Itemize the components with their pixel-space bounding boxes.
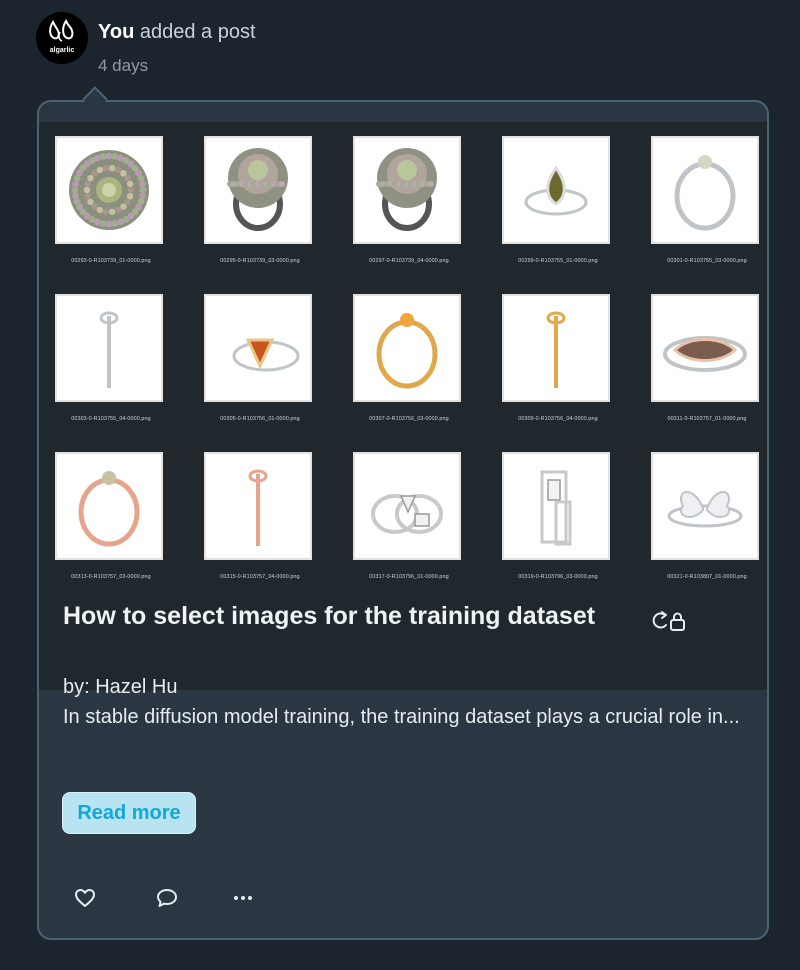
thumbnail-filename: 00305-0-R103756_01-0000.png: [220, 416, 300, 422]
thumbnail-filename: 00299-0-R103755_01-0000.png: [518, 258, 598, 264]
cover-thumbnail: 00297-0-R103739_04-0000.png: [353, 136, 465, 286]
ring-photo: [502, 452, 610, 560]
heart-icon: [75, 889, 95, 907]
thumbnail-filename: 00295-0-R103739_03-0000.png: [220, 258, 300, 264]
ring-image-icon: [248, 469, 268, 546]
actor-name[interactable]: You: [98, 21, 134, 43]
ring-photo: [353, 452, 461, 560]
thumbnail-filename: 00307-0-R103756_03-0000.png: [369, 416, 449, 422]
ring-photo: [204, 294, 312, 402]
ring-image-icon: [667, 491, 743, 528]
thumbnail-filename: 00309-0-R103756_04-0000.png: [518, 416, 598, 422]
activity-headline: You added a post: [98, 20, 256, 44]
ring-image-icon: [78, 471, 140, 547]
ring-image-icon: [540, 470, 572, 546]
cover-thumbnail: 00317-0-R103796_01-0000.png: [353, 452, 465, 602]
cover-thumbnail: 00307-0-R103756_03-0000.png: [353, 294, 465, 444]
ring-image-icon: [663, 336, 747, 372]
thumbnail-filename: 00311-0-R103757_01-0000.png: [667, 416, 747, 422]
ring-image-icon: [674, 155, 736, 231]
ring-photo: [651, 136, 759, 244]
cover-thumbnail: 00309-0-R103756_04-0000.png: [502, 294, 614, 444]
post-title[interactable]: How to select images for the training da…: [63, 602, 595, 630]
avatar[interactable]: algarlic: [36, 12, 88, 64]
thumbnail-filename: 00297-0-R103739_04-0000.png: [369, 258, 449, 264]
cover-thumbnail: 00313-0-R103757_03-0000.png: [55, 452, 167, 602]
post-meta: by: Hazel Hu In stable diffusion model t…: [63, 672, 743, 732]
cover-thumbnail: 00321-0-R103807_01-0000.png: [651, 452, 763, 602]
algarlic-logo-icon: algarlic: [36, 12, 88, 64]
like-button[interactable]: [71, 884, 99, 912]
activity-action: added a post: [139, 21, 256, 43]
more-options-button[interactable]: [229, 884, 257, 912]
ring-photo: [204, 452, 312, 560]
thumbnail-filename: 00317-0-R103796_01-0000.png: [369, 574, 449, 580]
cover-thumbnail: 00311-0-R103757_01-0000.png: [651, 294, 763, 444]
post-author: by: Hazel Hu: [63, 676, 178, 698]
post-card: 00293-0-R103739_01-0000.png 00295-0-R1037…: [37, 100, 769, 940]
cover-thumbnail: 00305-0-R103756_01-0000.png: [204, 294, 316, 444]
ring-photo: [353, 294, 461, 402]
avatar-logo-text: algarlic: [50, 47, 75, 54]
cover-thumbnail: 00319-0-R103796_03-0000.png: [502, 452, 614, 602]
ring-image-icon: [376, 313, 438, 389]
ring-photo: [55, 452, 163, 560]
comment-icon: [157, 889, 177, 907]
ring-image-icon: [546, 311, 566, 388]
ring-image-icon: [524, 165, 588, 216]
cover-image-grid: 00293-0-R103739_01-0000.png 00295-0-R1037…: [53, 136, 759, 681]
ring-image-icon: [232, 338, 300, 372]
post-title-row: How to select images for the training da…: [63, 602, 753, 642]
ring-photo: [502, 136, 610, 244]
activity-header: algarlic You added a post 4 days: [36, 12, 736, 76]
ring-image-icon: [371, 494, 443, 534]
cover-thumbnail: 00293-0-R103739_01-0000.png: [55, 136, 167, 286]
ring-image-icon: [69, 150, 149, 230]
cover-thumbnail: 00295-0-R103739_03-0000.png: [204, 136, 316, 286]
thumbnail-filename: 00319-0-R103796_03-0000.png: [518, 574, 598, 580]
post-actions: [71, 884, 371, 912]
thumbnail-filename: 00293-0-R103739_01-0000.png: [71, 258, 151, 264]
ring-image-icon: [227, 148, 288, 231]
thumbnail-filename: 00303-0-R103755_04-0000.png: [71, 416, 151, 422]
cover-thumbnail: 00315-0-R103757_04-0000.png: [204, 452, 316, 602]
thumbnail-filename: 00315-0-R103757_04-0000.png: [220, 574, 300, 580]
ring-photo: [204, 136, 312, 244]
cover-thumbnail: 00303-0-R103755_04-0000.png: [55, 294, 167, 444]
thumbnail-filename: 00321-0-R103807_01-0000.png: [667, 574, 747, 580]
ring-photo: [651, 452, 759, 560]
cover-thumbnail: 00301-0-R103755_03-0000.png: [651, 136, 763, 286]
ring-photo: [651, 294, 759, 402]
read-more-button[interactable]: Read more: [62, 792, 196, 834]
more-dots-icon: [234, 896, 252, 900]
thumbnail-filename: 00313-0-R103757_03-0000.png: [71, 574, 151, 580]
thumbnail-filename: 00301-0-R103755_03-0000.png: [667, 258, 747, 264]
comment-button[interactable]: [153, 884, 181, 912]
ring-photo: [55, 136, 163, 244]
post-excerpt: In stable diffusion model training, the …: [63, 706, 740, 728]
ring-photo: [502, 294, 610, 402]
cover-thumbnail: 00299-0-R103755_01-0000.png: [502, 136, 614, 286]
activity-timestamp: 4 days: [98, 56, 149, 75]
ring-photo: [353, 136, 461, 244]
refresh-lock-icon: [652, 611, 685, 631]
ring-image-icon: [99, 311, 119, 388]
ring-image-icon: [376, 148, 437, 231]
ring-photo: [55, 294, 163, 402]
